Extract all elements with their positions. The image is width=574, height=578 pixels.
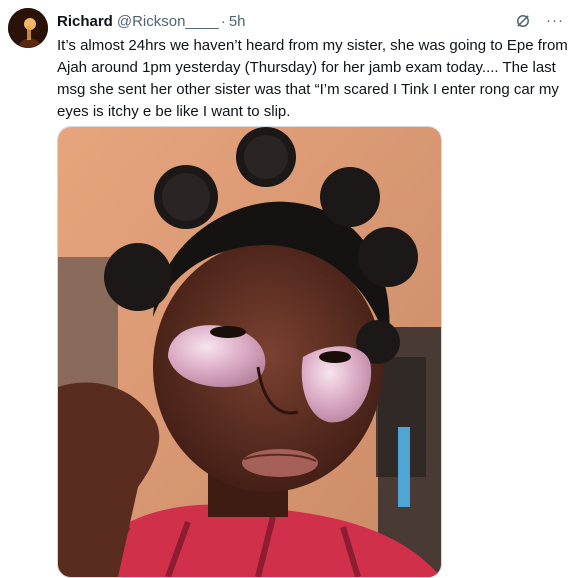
tweet-text: It’s almost 24hrs we haven’t heard from … xyxy=(57,37,568,120)
photo-image xyxy=(58,127,441,577)
tweet-header: Richard @Rickson____ · 5h ··· xyxy=(57,11,564,31)
avatar[interactable] xyxy=(8,8,48,48)
author-name[interactable]: Richard xyxy=(57,13,113,30)
more-options-icon[interactable]: ··· xyxy=(546,11,564,31)
tweet-photo[interactable] xyxy=(57,126,442,578)
avatar-image xyxy=(8,8,48,48)
tweet[interactable]: Richard @Rickson____ · 5h ··· It’s almos… xyxy=(0,0,574,578)
author-handle[interactable]: @Rickson____ xyxy=(117,13,219,30)
timestamp[interactable]: 5h xyxy=(229,13,246,30)
grok-icon[interactable] xyxy=(514,12,532,30)
header-actions: ··· xyxy=(514,11,564,31)
separator-dot: · xyxy=(220,12,226,30)
